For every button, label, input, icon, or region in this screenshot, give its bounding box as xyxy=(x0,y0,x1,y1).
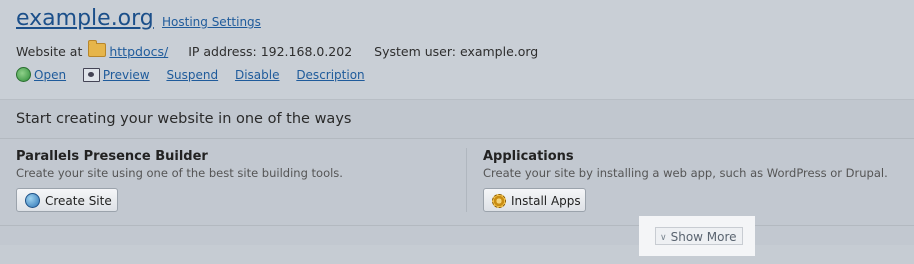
presence-builder-desc: Create your site using one of the best s… xyxy=(16,166,343,180)
panel-title: Start creating your website in one of th… xyxy=(16,111,352,127)
website-at-label: Website at xyxy=(16,44,83,59)
install-apps-button[interactable]: Install Apps xyxy=(483,188,586,212)
preview-action[interactable]: Preview xyxy=(82,68,150,82)
applications-title: Applications xyxy=(483,149,574,164)
presence-builder-section: Parallels Presence Builder Create your s… xyxy=(16,149,343,180)
site-header: example.org Hosting Settings Website at … xyxy=(0,0,914,100)
description-action[interactable]: Description xyxy=(296,68,364,82)
start-creating-panel: Start creating your website in one of th… xyxy=(0,100,914,245)
hosting-settings-link[interactable]: Hosting Settings xyxy=(162,15,261,29)
presence-builder-title: Parallels Presence Builder xyxy=(16,149,208,164)
site-actions: Open Preview Suspend Disable Description xyxy=(16,67,378,82)
section-divider xyxy=(466,148,467,212)
suspend-action[interactable]: Suspend xyxy=(166,68,218,82)
open-globe-icon xyxy=(16,67,31,82)
system-user-value: example.org xyxy=(459,44,539,59)
page-background-strip xyxy=(0,245,914,264)
create-site-label: Create Site xyxy=(45,194,112,208)
show-more-label: Show More xyxy=(670,230,737,244)
description-link[interactable]: Description xyxy=(296,68,364,82)
applications-section: Applications Create your site by install… xyxy=(483,149,888,180)
ip-value: 192.168.0.202 xyxy=(260,44,353,59)
panel-header: Start creating your website in one of th… xyxy=(0,100,914,139)
site-title-link[interactable]: example.org xyxy=(16,6,154,31)
globe-plus-icon xyxy=(25,193,40,208)
gear-icon xyxy=(492,194,506,208)
preview-screen-icon xyxy=(82,68,100,82)
folder-icon xyxy=(88,40,107,57)
disable-action[interactable]: Disable xyxy=(235,68,280,82)
create-site-button[interactable]: Create Site xyxy=(16,188,118,212)
ip-label: IP address: xyxy=(188,44,257,59)
docroot-link[interactable]: httpdocs/ xyxy=(109,44,168,59)
applications-desc: Create your site by installing a web app… xyxy=(483,166,888,180)
install-apps-label: Install Apps xyxy=(511,194,581,208)
chevron-down-icon: ∨ xyxy=(660,233,667,243)
show-more-highlight: ∨ Show More xyxy=(639,216,755,256)
panel-footer-line xyxy=(0,225,914,226)
system-user-label: System user: xyxy=(374,44,456,59)
site-info-row: Website at httpdocs/ IP address: 192.168… xyxy=(16,40,539,59)
open-action[interactable]: Open xyxy=(16,67,66,82)
preview-link[interactable]: Preview xyxy=(103,68,150,82)
open-link[interactable]: Open xyxy=(34,68,66,82)
show-more-button[interactable]: ∨ Show More xyxy=(655,227,743,245)
disable-link[interactable]: Disable xyxy=(235,68,280,82)
suspend-link[interactable]: Suspend xyxy=(166,68,218,82)
